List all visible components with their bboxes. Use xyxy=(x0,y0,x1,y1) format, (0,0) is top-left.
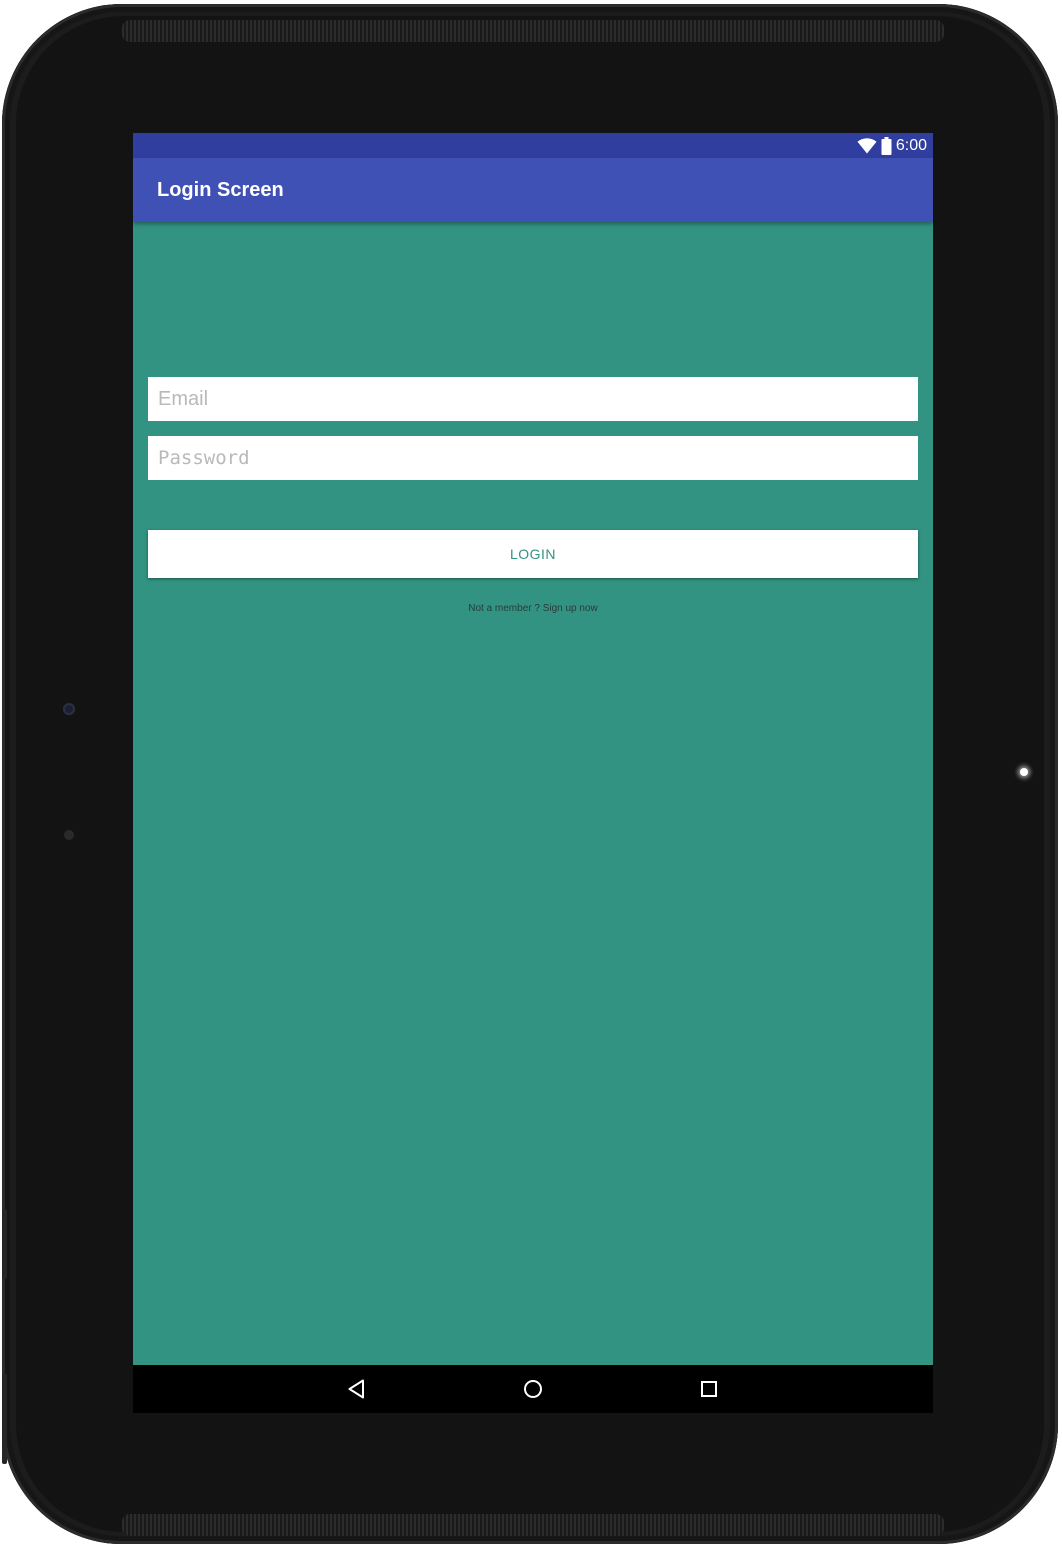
wifi-icon xyxy=(857,137,877,154)
bottom-speaker-grille xyxy=(122,1514,944,1536)
front-camera-icon xyxy=(63,703,75,715)
status-bar: 6:00 xyxy=(133,133,933,158)
app-bar: Login Screen xyxy=(133,158,933,222)
notification-light-icon xyxy=(1020,768,1028,776)
back-icon[interactable] xyxy=(345,1377,369,1401)
recents-icon[interactable] xyxy=(697,1377,721,1401)
login-button[interactable]: LOGIN xyxy=(148,530,918,578)
page-title: Login Screen xyxy=(157,179,284,201)
home-icon[interactable] xyxy=(521,1377,545,1401)
power-button[interactable] xyxy=(2,1209,7,1279)
sensor-icon xyxy=(64,830,74,840)
navigation-bar xyxy=(133,1365,933,1413)
top-speaker-grille xyxy=(122,20,944,42)
volume-button[interactable] xyxy=(2,1374,7,1464)
signup-link[interactable]: Not a member ? Sign up now xyxy=(133,603,933,614)
battery-icon xyxy=(881,136,892,155)
device-screen: 6:00 Login Screen LOGIN Not a member ? S… xyxy=(133,133,933,1413)
password-field[interactable] xyxy=(148,436,918,480)
status-time: 6:00 xyxy=(895,137,927,154)
status-icons: 6:00 xyxy=(857,136,927,155)
email-field[interactable] xyxy=(148,377,918,421)
